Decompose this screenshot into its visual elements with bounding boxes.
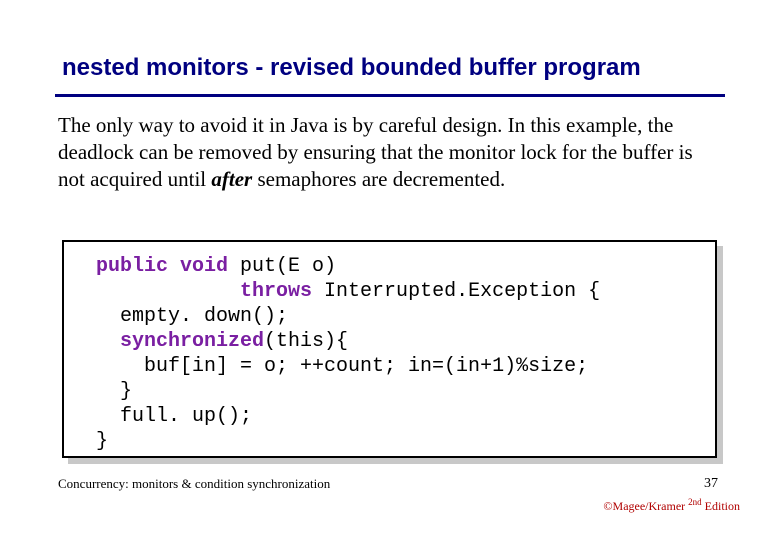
slide-title: nested monitors - revised bounded buffer… <box>62 54 641 82</box>
title-rule <box>55 94 725 97</box>
code-box: public void put(E o) throws Interrupted.… <box>62 240 717 458</box>
code-line6: } <box>96 380 132 403</box>
code-line3: empty. down(); <box>96 305 288 328</box>
body-after-italic: after <box>211 167 252 191</box>
code-line8: } <box>96 430 108 453</box>
kw-throws: throws <box>240 280 312 303</box>
credit-prefix: ©Magee/Kramer <box>603 499 688 513</box>
code-sync-tail: (this){ <box>264 330 348 353</box>
kw-synchronized: synchronized <box>120 330 264 353</box>
code-line5: buf[in] = o; ++count; in=(in+1)%size; <box>96 355 588 378</box>
credit-suffix: Edition <box>702 499 740 513</box>
body-paragraph: The only way to avoid it in Java is by c… <box>58 112 718 193</box>
page-number: 37 <box>704 476 718 492</box>
kw-public: public <box>96 255 168 278</box>
slide: nested monitors - revised bounded buffer… <box>0 0 780 540</box>
code-sig2: Interrupted.Exception { <box>312 280 600 303</box>
body-part2: semaphores are decremented. <box>252 167 505 191</box>
code-line7: full. up(); <box>96 405 252 428</box>
kw-void: void <box>180 255 228 278</box>
code-sig1: put(E o) <box>228 255 336 278</box>
footer-credit: ©Magee/Kramer 2nd Edition <box>603 497 740 514</box>
credit-sup: 2nd <box>688 497 702 507</box>
footer-left: Concurrency: monitors & condition synchr… <box>58 476 330 492</box>
